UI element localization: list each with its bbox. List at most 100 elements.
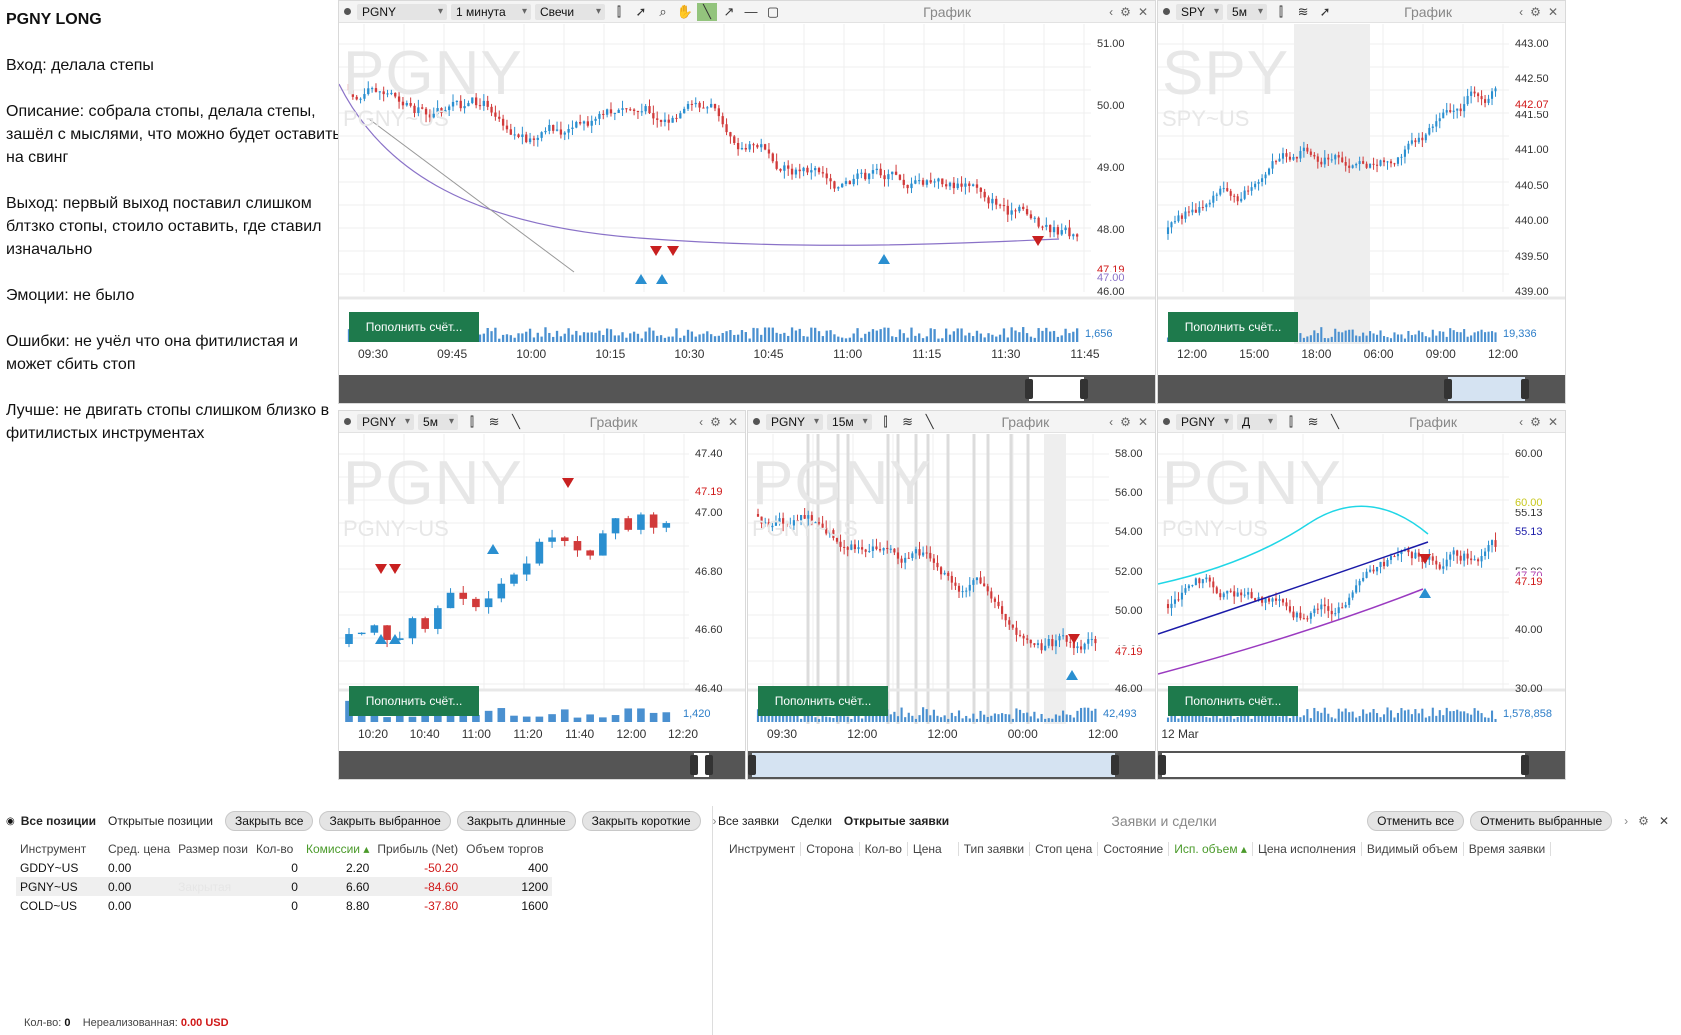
trendline-icon[interactable]: ╲ (697, 2, 717, 21)
link-dot-icon[interactable] (753, 418, 760, 425)
tab-all-positions[interactable]: Все позиции (21, 814, 96, 828)
column-header[interactable]: Тип заявки (959, 842, 1031, 856)
symbol-select[interactable]: PGNY (357, 3, 447, 20)
arrow-icon[interactable]: ↗ (719, 3, 739, 21)
chart-plot[interactable]: PGNY PGNY~US Пополнить счёт... 1,656 51.00 50… (339, 24, 1155, 344)
column-header[interactable]: Кол-во (860, 842, 908, 856)
table-row[interactable]: PGNY~US 0.00 Закрытая 0 6.60 -84.60 1200 (16, 877, 553, 896)
symbol-select[interactable]: SPY (1176, 3, 1224, 20)
scroller-left-handle[interactable] (1158, 755, 1166, 775)
column-header[interactable]: Инструмент (724, 842, 802, 856)
scroller-window[interactable] (1448, 377, 1525, 401)
symbol-select[interactable]: PGNY (766, 413, 824, 430)
time-scroller[interactable] (339, 375, 1155, 403)
tab-open-positions[interactable]: Открытые позиции (108, 814, 213, 828)
time-scroller[interactable] (339, 751, 745, 779)
column-header[interactable]: Размер пози (174, 839, 252, 858)
column-header[interactable]: Объем торгов (462, 839, 552, 858)
chart-plot[interactable]: PGNY PGNY~US Пополнить счёт... 1,420 47.40 47… (339, 434, 745, 724)
link-dot-icon[interactable] (344, 418, 351, 425)
topup-account-button[interactable]: Пополнить счёт... (349, 686, 479, 716)
chart-plot[interactable]: SPY SPY~US Пополнить счёт... 19,336 443.00 44… (1158, 24, 1565, 344)
close-selected-button[interactable]: Закрыть выбранное (319, 811, 451, 831)
close-icon[interactable]: ✕ (1138, 5, 1148, 19)
time-scroller[interactable] (748, 751, 1155, 779)
cancel-selected-button[interactable]: Отменить выбранные (1470, 811, 1613, 831)
scroller-left-handle[interactable] (1444, 379, 1452, 399)
gear-icon[interactable]: ⚙ (1530, 415, 1541, 429)
chart-panel-pgny-1m[interactable]: PGNY1 минутаСвечи⫿➚⌕✋╲↗—▢График‹⚙✕PGNYPG… (338, 0, 1156, 404)
column-header[interactable]: Исп. объем ▴ (1169, 842, 1253, 856)
scroller-window[interactable] (1162, 753, 1525, 777)
chart-type-icon[interactable]: ⫿ (1271, 3, 1291, 21)
chevron-left-icon[interactable]: ‹ (1109, 415, 1113, 429)
indicator-icon[interactable]: ≋ (484, 413, 504, 431)
tab-open-orders[interactable]: Открытые заявки (844, 814, 949, 828)
timeframe-select[interactable]: 15м (827, 413, 872, 430)
timeframe-select[interactable]: Д (1237, 413, 1278, 430)
column-header[interactable]: Сред. цена (104, 839, 174, 858)
indicator-icon[interactable]: ≋ (898, 413, 918, 431)
time-scroller[interactable] (1158, 751, 1565, 779)
chart-panel-pgny-daily[interactable]: PGNYД⫿≋╲График‹⚙✕PGNYPGNY~USПополнить сч… (1157, 410, 1566, 780)
chart-type-icon[interactable]: ⫿ (462, 413, 482, 431)
scroller-right-handle[interactable] (1080, 379, 1088, 399)
time-axis[interactable]: 10:20 10:40 11:00 11:20 11:40 12:00 12:20 (339, 727, 745, 749)
timeframe-select[interactable]: 5м (1227, 3, 1268, 20)
time-axis[interactable]: 09:30 09:45 10:00 10:15 10:30 10:45 11:00 11:15… (339, 347, 1155, 369)
gear-icon[interactable]: ⚙ (710, 415, 721, 429)
cancel-all-button[interactable]: Отменить все (1367, 811, 1465, 831)
rect-icon[interactable]: ▢ (763, 3, 783, 21)
scroller-window[interactable] (1029, 377, 1084, 401)
gear-icon[interactable]: ⚙ (1638, 814, 1649, 828)
column-header[interactable]: Сторона (801, 842, 860, 856)
gear-icon[interactable]: ⚙ (1530, 5, 1541, 19)
column-header[interactable]: Кол-во (252, 839, 302, 858)
chart-panel-pgny-15m[interactable]: PGNY15м⫿≋╲График‹⚙✕PGNYPGNY~USПополнить … (747, 410, 1156, 780)
chevron-left-icon[interactable]: ‹ (1109, 5, 1113, 19)
close-icon[interactable]: ✕ (728, 415, 738, 429)
chart-type-icon[interactable]: ⫿ (876, 413, 896, 431)
column-header[interactable]: Инструмент (16, 839, 104, 858)
time-axis[interactable]: 12:00 15:00 18:00 06:00 09:00 12:00 (1158, 347, 1565, 369)
topup-account-button[interactable]: Пополнить счёт... (349, 312, 479, 342)
link-dot-icon[interactable] (344, 8, 351, 15)
column-header[interactable]: Состояние (1098, 842, 1170, 856)
tab-all-orders[interactable]: Все заявки (718, 814, 779, 828)
close-icon[interactable]: ✕ (1548, 5, 1558, 19)
radio-icon[interactable]: ◉ (6, 816, 15, 827)
time-scroller[interactable] (1158, 375, 1565, 403)
indicator-icon[interactable]: ≋ (1293, 3, 1313, 21)
scroller-window[interactable] (752, 753, 1115, 777)
hand-icon[interactable]: ✋ (675, 3, 695, 21)
cursor-icon[interactable]: ➚ (631, 3, 651, 21)
link-dot-icon[interactable] (1163, 8, 1170, 15)
timeframe-select[interactable]: 1 минута (451, 3, 531, 20)
close-icon[interactable]: ✕ (1138, 415, 1148, 429)
close-long-button[interactable]: Закрыть длинные (456, 811, 576, 831)
chevron-left-icon[interactable]: ‹ (699, 415, 703, 429)
trendline-icon[interactable]: ╲ (920, 413, 940, 431)
column-header[interactable]: Время заявки (1464, 842, 1552, 856)
topup-account-button[interactable]: Пополнить счёт... (1168, 686, 1298, 716)
tab-trades[interactable]: Сделки (791, 814, 832, 828)
chart-panel-pgny-5m[interactable]: PGNY5м⫿≋╲График‹⚙✕PGNYPGNY~USПополнить с… (338, 410, 746, 780)
cursor-icon[interactable]: ➚ (1315, 3, 1335, 21)
table-row[interactable]: COLD~US 0.00 0 8.80 -37.80 1600 (16, 896, 552, 915)
table-row[interactable]: GDDY~US 0.00 0 2.20 -50.20 400 (16, 858, 552, 877)
scroller-left-handle[interactable] (748, 755, 756, 775)
gear-icon[interactable]: ⚙ (1120, 415, 1131, 429)
column-header[interactable]: Цена исполнения (1253, 842, 1362, 856)
column-header[interactable]: Цена (908, 842, 959, 856)
hline-icon[interactable]: — (741, 3, 761, 21)
timeframe-select[interactable]: 5м (418, 413, 459, 430)
close-icon[interactable]: ✕ (1548, 415, 1558, 429)
topup-account-button[interactable]: Пополнить счёт... (1168, 312, 1298, 342)
column-header[interactable]: Прибыль (Net) (373, 839, 462, 858)
magnify-icon[interactable]: ⌕ (653, 3, 673, 21)
chart-type-icon[interactable]: ⫿ (1281, 413, 1301, 431)
chevron-right-icon[interactable]: › (1624, 814, 1628, 828)
symbol-select[interactable]: PGNY (357, 413, 415, 430)
chevron-left-icon[interactable]: ‹ (1519, 415, 1523, 429)
scroller-right-handle[interactable] (1521, 379, 1529, 399)
